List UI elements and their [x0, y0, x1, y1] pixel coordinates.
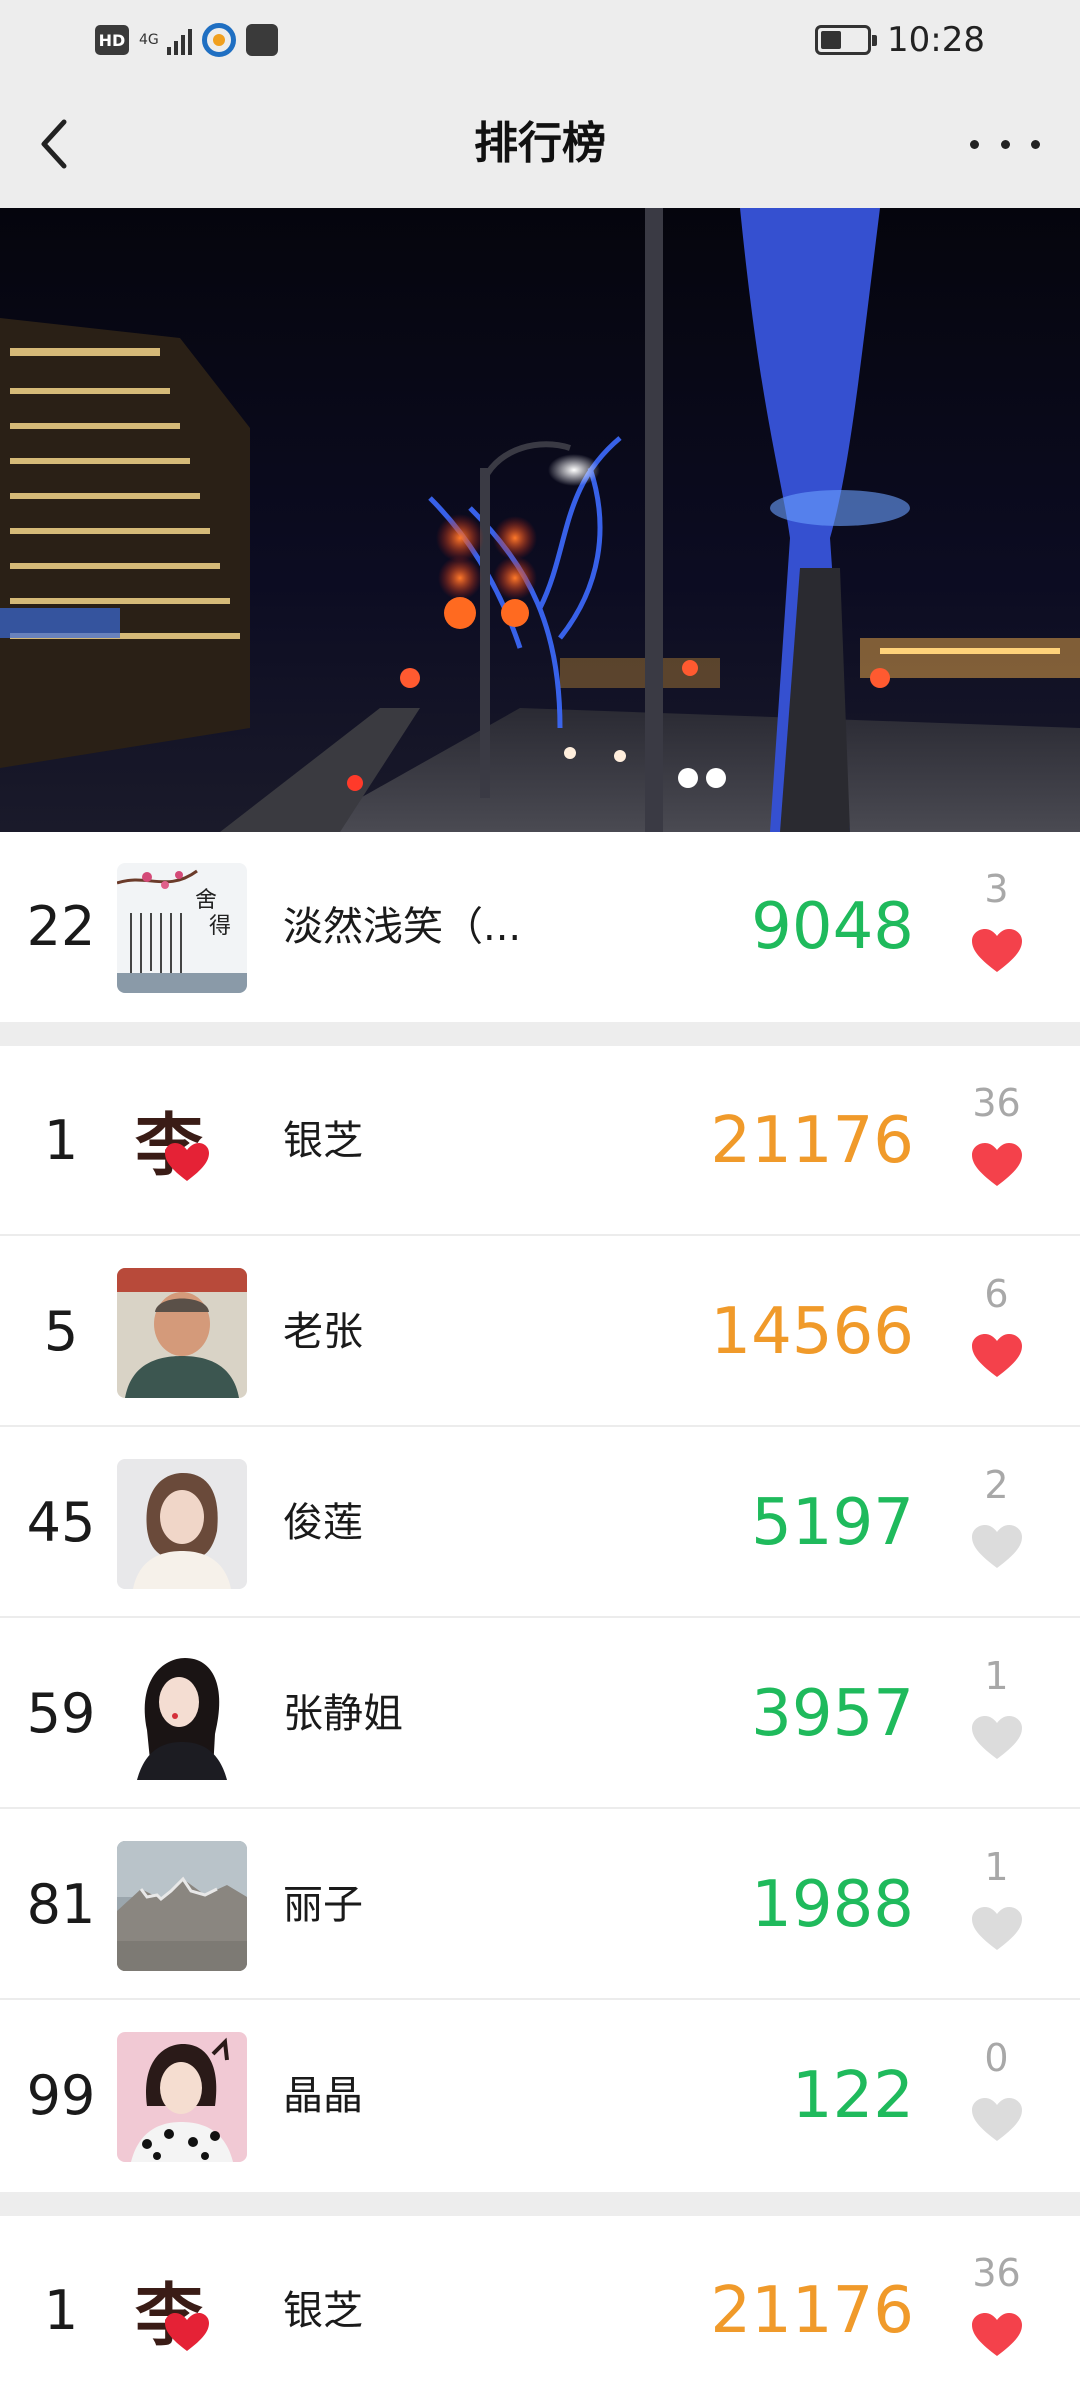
title-bar: 排行榜	[0, 80, 1080, 208]
more-dot-icon	[970, 139, 979, 149]
clock: 10:28	[887, 20, 985, 60]
row-divider	[0, 1998, 1080, 2000]
row-divider	[0, 1616, 1080, 1618]
heart-icon[interactable]	[971, 2097, 1023, 2143]
user-name: 淡然浅笑（...	[283, 904, 522, 950]
ranking-row[interactable]: 5 老张 14566 6	[0, 1237, 1080, 1427]
step-count: 21176	[710, 2274, 914, 2348]
like-count: 3	[984, 867, 1009, 911]
avatar[interactable]	[117, 1459, 247, 1589]
my-rank-row[interactable]: 22 舍 得 淡然浅笑（... 9048 3	[0, 832, 1080, 1022]
avatar-image	[117, 1268, 247, 1398]
status-icons-left: HD 4G	[95, 20, 278, 60]
row-divider	[0, 1234, 1080, 1236]
row-divider	[0, 1425, 1080, 1427]
heart-icon[interactable]	[971, 1715, 1023, 1761]
status-icons-right: 10:28	[815, 20, 985, 60]
avatar-image	[117, 2032, 247, 2162]
user-name: 晶晶	[283, 2073, 363, 2119]
hd-badge: HD	[95, 25, 129, 55]
app-notification-icon	[202, 23, 236, 57]
row-divider	[0, 1807, 1080, 1809]
avatar[interactable]	[117, 2032, 247, 2162]
avatar-image	[117, 1841, 247, 1971]
step-count: 21176	[710, 1104, 914, 1178]
heart-icon[interactable]	[971, 1333, 1023, 1379]
ranking-row[interactable]: 45 俊莲 5197 2	[0, 1428, 1080, 1618]
avatar[interactable]: 李	[117, 1077, 247, 1207]
rank-number: 59	[26, 1682, 96, 1745]
heart-icon[interactable]	[971, 2312, 1023, 2358]
avatar[interactable]: 舍 得	[117, 863, 247, 993]
like-count: 36	[972, 1081, 1021, 1125]
avatar[interactable]	[117, 1268, 247, 1398]
champion-row[interactable]: 1 李 银芝 21176 36	[0, 2216, 1080, 2406]
ranking-row[interactable]: 1李银芝 21176 36	[0, 1046, 1080, 1236]
rank-number: 99	[26, 2064, 96, 2127]
user-name: 老张	[283, 1309, 363, 1355]
user-name: 银芝	[283, 1118, 363, 1164]
rank-number: 45	[26, 1491, 96, 1554]
step-count: 5197	[751, 1486, 914, 1560]
night-street-illustration	[0, 208, 1080, 832]
network-type: 4G	[139, 32, 159, 48]
ranking-row[interactable]: 59 张静姐 3957 1	[0, 1619, 1080, 1809]
section-divider	[0, 2192, 1080, 2216]
heart-icon[interactable]	[971, 1906, 1023, 1952]
svg-text:舍: 舍	[195, 888, 217, 913]
like-count: 36	[972, 2251, 1021, 2295]
heart-icon[interactable]	[971, 928, 1023, 974]
rank-number: 1	[43, 1109, 79, 1172]
heart-icon[interactable]	[971, 1524, 1023, 1570]
cover-image	[0, 208, 1080, 832]
logo-avatar-image: 李	[117, 2247, 247, 2377]
like-count: 2	[984, 1463, 1009, 1507]
like-count: 6	[984, 1272, 1009, 1316]
like-count: 1	[984, 1845, 1009, 1889]
step-count: 1988	[751, 1868, 914, 1942]
like-count: 0	[984, 2036, 1009, 2080]
avatar-image	[117, 1650, 247, 1780]
user-name: 银芝	[283, 2288, 363, 2334]
user-name: 俊莲	[283, 1500, 363, 1546]
ranking-row[interactable]: 81 丽子 1988 1	[0, 1810, 1080, 2000]
like-count: 1	[984, 1654, 1009, 1698]
store-notification-icon	[246, 24, 278, 56]
avatar[interactable]	[117, 1650, 247, 1780]
avatar-image	[117, 1459, 247, 1589]
rank-number: 1	[43, 2279, 79, 2342]
page-title: 排行榜	[474, 118, 606, 169]
step-count: 14566	[710, 1295, 914, 1369]
avatar[interactable]	[117, 1841, 247, 1971]
step-count: 122	[791, 2059, 914, 2133]
chevron-left-icon	[41, 119, 67, 169]
user-name: 丽子	[283, 1882, 363, 1928]
calligraphy-avatar-image: 舍 得	[117, 863, 247, 993]
avatar[interactable]: 李	[117, 2247, 247, 2377]
avatar-image: 李	[117, 1077, 247, 1207]
user-name: 张静姐	[283, 1691, 403, 1737]
heart-icon[interactable]	[971, 1142, 1023, 1188]
ranking-row[interactable]: 99 晶晶 122 0	[0, 2001, 1080, 2191]
more-dot-icon	[1031, 139, 1040, 149]
rank-number: 5	[43, 1300, 79, 1363]
back-button[interactable]	[26, 114, 86, 174]
section-divider	[0, 1022, 1080, 1046]
step-count: 9048	[751, 890, 914, 964]
more-dot-icon	[1000, 139, 1010, 149]
rank-number: 81	[26, 1873, 96, 1936]
battery-icon	[815, 25, 878, 55]
signal-icon	[167, 25, 192, 55]
more-options-button[interactable]	[970, 124, 1040, 164]
step-count: 3957	[751, 1677, 914, 1751]
rank-number: 22	[26, 895, 96, 958]
svg-text:得: 得	[209, 914, 231, 939]
status-bar: HD 4G 10:28	[0, 0, 1080, 80]
